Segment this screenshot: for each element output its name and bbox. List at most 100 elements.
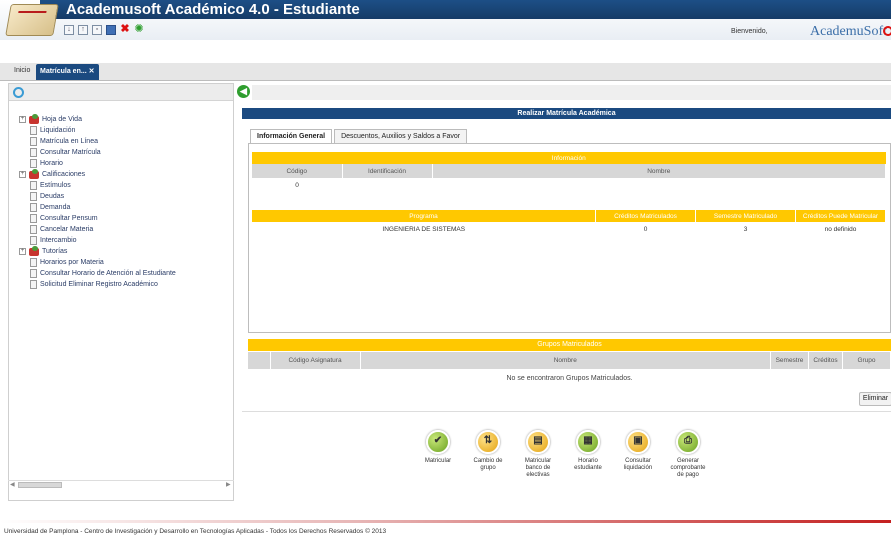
sidebar-item-horarios-por-materia[interactable]: Horarios por Materia	[19, 257, 176, 268]
consultar-liquidacion-button[interactable]: ▣ Consultar liquidación	[618, 430, 658, 479]
page-icon	[30, 280, 37, 289]
sidebar-item-label: Hoja de Vida	[42, 116, 82, 123]
tab-matricula[interactable]: Matrícula en... ✕	[36, 64, 99, 80]
header-codigo: Código	[252, 164, 343, 178]
generar-comprobante-button[interactable]: ⎙ Generar comprobante de pago	[668, 430, 708, 479]
toolbar: ↓ ↑ ▫ ✖ ✺	[64, 24, 144, 35]
action-label: Generar comprobante de pago	[670, 458, 706, 478]
close-icon[interactable]: ✖	[120, 24, 130, 35]
sidebar-item-liquidacion[interactable]: Liquidación	[19, 125, 176, 136]
header-semestre: Semestre Matriculado	[695, 210, 796, 222]
sidebar-scrollbar[interactable]: ◀ ▶	[8, 480, 234, 489]
action-label: Horario estudiante	[574, 458, 602, 471]
page-icon	[30, 181, 37, 190]
header-nombre-grupo: Nombre	[360, 352, 771, 369]
welcome-text: Bienvenido,	[731, 28, 768, 35]
logout-icon[interactable]	[883, 26, 891, 36]
eliminar-button[interactable]: Eliminar	[859, 392, 891, 406]
divider	[242, 411, 891, 412]
window-icon[interactable]: ▫	[92, 25, 102, 35]
scroll-left-icon[interactable]: ◀	[10, 481, 15, 488]
page-icon	[30, 192, 37, 201]
action-label: Consultar liquidación	[623, 458, 653, 471]
sidebar-item-calificaciones[interactable]: + Calificaciones	[19, 168, 176, 180]
sidebar-item-label: Solicitud Eliminar Registro Académico	[40, 281, 158, 288]
program-table: Programa Créditos Matriculados Semestre …	[252, 210, 886, 236]
sidebar-item-label: Consultar Pensum	[40, 215, 98, 222]
page-icon	[30, 203, 37, 212]
groups-title: Grupos Matriculados	[248, 339, 891, 351]
sidebar-item-estimulos[interactable]: Estímulos	[19, 180, 176, 191]
panel-title: Realizar Matrícula Académica	[242, 108, 891, 119]
matricular-button[interactable]: ✔ Matricular	[418, 430, 458, 479]
page-icon	[30, 159, 37, 168]
content-toolbar	[252, 85, 891, 100]
action-label: Cambio de grupo	[473, 458, 503, 471]
header-creditos-puede: Créditos Puede Matricular	[795, 210, 886, 222]
page-icon	[30, 126, 37, 135]
value-identificacion	[342, 178, 432, 192]
refresh-icon[interactable]	[13, 87, 24, 98]
scroll-thumb[interactable]	[18, 482, 62, 488]
sidebar-item-intercambio[interactable]: Intercambio	[19, 235, 176, 246]
student-info-table: Información Código Identificación Nombre…	[252, 152, 886, 192]
check-icon: ✔	[426, 430, 450, 454]
no-groups-message: No se encontraron Grupos Matriculados.	[506, 375, 633, 382]
receipt-icon: ▣	[626, 430, 650, 454]
scroll-right-icon[interactable]: ▶	[226, 481, 231, 488]
tab-inicio[interactable]: Inicio	[10, 64, 34, 80]
value-codigo: 0	[295, 181, 299, 189]
folder-icon	[29, 245, 39, 256]
sidebar-item-horario[interactable]: Horario	[19, 158, 176, 169]
header-codigo-asignatura: Código Asignatura	[270, 352, 361, 369]
settings-icon[interactable]: ✺	[134, 24, 144, 35]
expand-icon[interactable]: +	[19, 116, 26, 123]
header-programa: Programa	[252, 210, 596, 222]
value-semestre: 3	[743, 225, 748, 233]
book-icon: ▤	[526, 430, 550, 454]
header-creditos-grupo: Créditos	[808, 352, 843, 369]
sidebar-item-deudas[interactable]: Deudas	[19, 191, 176, 202]
calendar-icon: ▦	[576, 430, 600, 454]
groups-table: Código Asignatura Nombre Semestre Crédit…	[248, 352, 891, 369]
sidebar-item-cancelar-materia[interactable]: Cancelar Materia	[19, 224, 176, 235]
sidebar-item-consultar-pensum[interactable]: Consultar Pensum	[19, 213, 176, 224]
header-creditos-matriculados: Créditos Matriculados	[595, 210, 696, 222]
page-icon	[30, 258, 37, 267]
value-programa: INGENIERIA DE SISTEMAS	[382, 225, 466, 233]
sidebar-item-label: Demanda	[40, 204, 71, 211]
sidebar-item-horario-atencion[interactable]: Consultar Horario de Atención al Estudia…	[19, 268, 176, 279]
tab-descuentos[interactable]: Descuentos, Auxilios y Saldos a Favor	[334, 129, 468, 143]
expand-icon[interactable]: +	[19, 171, 26, 178]
info-title: Información	[252, 152, 886, 164]
folder-icon	[29, 168, 39, 179]
sidebar-item-matricula-en-linea[interactable]: Matrícula en Línea	[19, 136, 176, 147]
tab-informacion-general[interactable]: Información General	[250, 129, 333, 143]
cambio-grupo-button[interactable]: ⇅ Cambio de grupo	[468, 430, 508, 479]
sidebar-item-label: Calificaciones	[42, 171, 86, 178]
matricular-electivas-button[interactable]: ▤ Matricular banco de electivas	[518, 430, 558, 479]
sidebar-item-consultar-matricula[interactable]: Consultar Matrícula	[19, 147, 176, 158]
upload-icon[interactable]: ↑	[78, 25, 88, 35]
minimize-icon[interactable]: ↓	[64, 25, 74, 35]
sidebar-item-label: Tutorías	[42, 248, 68, 255]
header-grupo: Grupo	[842, 352, 891, 369]
sidebar-item-hoja-de-vida[interactable]: + Hoja de Vida	[19, 113, 176, 125]
menu-tree: + Hoja de Vida Liquidación Matrícula en …	[19, 113, 176, 290]
expand-icon[interactable]: +	[19, 248, 26, 255]
sidebar-header	[9, 84, 233, 101]
sidebar-item-label: Horario	[40, 160, 63, 167]
sidebar-item-eliminar-registro[interactable]: Solicitud Eliminar Registro Académico	[19, 279, 176, 290]
sidebar-item-label: Intercambio	[40, 237, 77, 244]
tab-bar: Inicio Matrícula en... ✕	[0, 63, 891, 81]
back-arrow-icon[interactable]: ◀	[237, 85, 250, 98]
screen-icon[interactable]	[106, 25, 116, 35]
sidebar-item-tutorias[interactable]: + Tutorías	[19, 245, 176, 257]
horario-estudiante-button[interactable]: ▦ Horario estudiante	[568, 430, 608, 479]
app-title: Academusoft Académico 4.0 - Estudiante	[66, 1, 360, 18]
page-icon	[30, 225, 37, 234]
header-select	[248, 352, 271, 369]
sidebar-item-demanda[interactable]: Demanda	[19, 202, 176, 213]
app-header: Academusoft Académico 4.0 - Estudiante A…	[0, 0, 891, 40]
sidebar-item-label: Matrícula en Línea	[40, 138, 98, 145]
